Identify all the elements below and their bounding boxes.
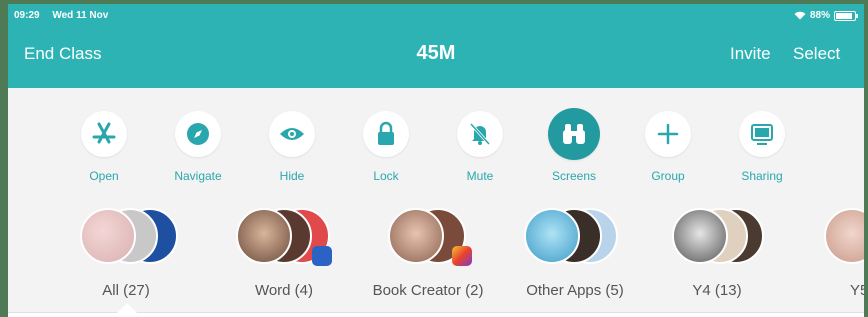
lock-icon: [378, 121, 394, 145]
group-y4[interactable]: Y4 (13): [662, 208, 772, 299]
avatar: [236, 208, 292, 264]
avatar-stack: [662, 208, 772, 268]
avatar: [388, 208, 444, 264]
battery-percent: 88%: [809, 10, 830, 21]
avatar-stack: [358, 208, 498, 268]
group-label: Group: [651, 169, 685, 183]
compass-icon: [187, 123, 209, 145]
apple-tv-icon: [751, 124, 773, 145]
word-app-icon: [312, 246, 332, 266]
avatar-stack: [512, 208, 638, 268]
group-button[interactable]: Group: [618, 111, 718, 183]
group-book-creator[interactable]: Book Creator (2): [358, 208, 498, 299]
hide-button[interactable]: Hide: [242, 111, 342, 183]
status-bar-left: 09:29 Wed 11 Nov: [14, 10, 118, 21]
group-word[interactable]: Word (4): [232, 208, 336, 299]
navigate-label: Navigate: [174, 169, 222, 183]
group-other-apps[interactable]: Other Apps (5): [512, 208, 638, 299]
group-strip: All (27) Word (4) Book Creator (2) Other…: [8, 208, 864, 312]
group-all[interactable]: All (27): [70, 208, 182, 299]
group-label: Book Creator (2): [372, 282, 484, 299]
bell-slash-icon: [469, 122, 491, 146]
group-label: Other Apps (5): [526, 282, 624, 299]
eye-icon: [280, 128, 304, 140]
header-bar: 09:29 Wed 11 Nov 88% End Class 45M Invit…: [8, 4, 864, 88]
lock-label: Lock: [373, 169, 399, 183]
mute-button[interactable]: Mute: [430, 111, 530, 183]
avatar-stack: [232, 208, 336, 268]
group-y5[interactable]: Y5: [816, 208, 864, 299]
open-button[interactable]: Open: [54, 111, 154, 183]
avatar-stack: [70, 208, 182, 268]
plus-icon: [657, 123, 679, 145]
battery-icon: [834, 10, 858, 21]
open-label: Open: [89, 169, 119, 183]
action-toolbar: Open Navigate Hide Lock Mute Screens Gro…: [8, 108, 864, 191]
content-area: [8, 313, 864, 317]
sharing-button[interactable]: Sharing: [712, 111, 812, 183]
navigate-button[interactable]: Navigate: [148, 111, 248, 183]
avatar-stack: [816, 208, 864, 268]
status-bar-right: 88%: [794, 10, 858, 21]
avatar: [524, 208, 580, 264]
group-label: Y4 (13): [692, 282, 742, 299]
wifi-icon: [794, 11, 806, 20]
lock-button[interactable]: Lock: [336, 111, 436, 183]
binoculars-icon: [563, 124, 585, 144]
hide-label: Hide: [279, 169, 305, 183]
sharing-label: Sharing: [741, 169, 783, 183]
mute-label: Mute: [466, 169, 494, 183]
avatar: [824, 208, 864, 264]
group-label: All (27): [102, 282, 150, 299]
invite-button[interactable]: Invite: [730, 44, 771, 64]
group-label: Y5: [850, 282, 864, 299]
screens-button[interactable]: Screens: [524, 108, 624, 183]
status-time: 09:29: [14, 10, 40, 21]
select-button[interactable]: Select: [793, 44, 840, 64]
avatar: [80, 208, 136, 264]
status-date: Wed 11 Nov: [52, 10, 109, 21]
avatar: [672, 208, 728, 264]
group-label: Word (4): [254, 282, 314, 299]
app-window: 09:29 Wed 11 Nov 88% End Class 45M Invit…: [8, 4, 864, 317]
book-creator-app-icon: [452, 246, 472, 266]
app-store-icon: [92, 122, 116, 144]
screens-label: Screens: [551, 169, 597, 183]
